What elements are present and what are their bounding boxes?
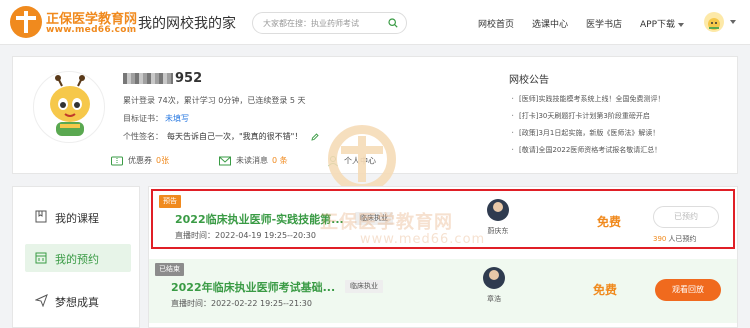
status-badge: 已结束 [155, 263, 184, 276]
sidebar-item-label: 我的课程 [55, 212, 99, 225]
notice-item[interactable]: [医师]实践技能模考系统上线！全国免费测评！ [509, 91, 729, 108]
notice-item[interactable]: [打卡]30天刷题打卡计划第3阶段重磅开启 [509, 108, 729, 125]
course-title[interactable]: 2022年临床执业医师考试基础... [171, 279, 335, 295]
user-name: 952 [123, 71, 202, 86]
page-slogan: 我的网校我的家 [138, 16, 236, 32]
search-placeholder: 大家都在搜：执业药师考试 [263, 19, 359, 28]
notice-item[interactable]: [敬请]全国2022医师资格考试报名敬请汇总！ [509, 142, 729, 159]
target-certificate: 目标证书： 未填写 [123, 113, 189, 124]
nav-app-label: APP下载 [640, 20, 676, 30]
course-title[interactable]: 2022临床执业医师-实践技能第... [175, 211, 344, 227]
login-stats: 累计登录 74次，累计学习 0分钟，已连续登录 5 天 [123, 96, 306, 105]
nav-bookstore[interactable]: 医学书店 [586, 17, 622, 30]
coupon-label: 优惠券 [128, 156, 152, 165]
category-tag: 临床执业 [345, 280, 383, 293]
logo-emblem-icon [10, 6, 42, 38]
reserved-number: 390 [653, 235, 667, 243]
watermark-logo-icon [328, 125, 396, 193]
notice-title: 网校公告 [509, 75, 549, 86]
coupon-icon [111, 156, 123, 165]
reserved-button[interactable]: 已预约 [653, 206, 719, 228]
sidebar-item-dream[interactable]: 梦想成真 [25, 287, 131, 315]
list-item[interactable]: 已结束 2022年临床执业医师考试基础... 临床执业 直播时间：2022-02… [149, 259, 737, 323]
watch-replay-button[interactable]: 观看回放 [655, 279, 721, 301]
price: 免费 [593, 283, 618, 297]
site-logo[interactable]: 正保医学教育网 www.med66.com [10, 6, 137, 38]
target-label: 目标证书： [123, 114, 163, 123]
message-count: 0 条 [272, 156, 288, 165]
notice-list: [医师]实践技能模考系统上线！全国免费测评！ [打卡]30天刷题打卡计划第3阶段… [509, 91, 729, 159]
mail-icon [219, 156, 231, 165]
calendar-icon [35, 252, 47, 264]
user-menu-chevron-icon[interactable] [730, 20, 736, 24]
sidebar-item-my-reservations[interactable]: 我的预约 [25, 244, 131, 272]
user-name-suffix: 952 [175, 71, 203, 86]
message-link[interactable]: 未读消息 0 条 [219, 155, 288, 166]
send-icon [35, 294, 48, 307]
bee-avatar-icon [708, 18, 720, 30]
reserved-suffix: 人已预约 [668, 235, 697, 243]
bookmark-icon [35, 210, 47, 223]
profile-avatar[interactable] [33, 71, 105, 143]
live-time: 直播时间：2022-02-22 19:25--21:30 [171, 299, 312, 308]
sidebar-item-my-courses[interactable]: 我的课程 [25, 203, 131, 231]
coupon-count: 0张 [156, 156, 170, 165]
teacher-name: 章浩 [487, 295, 501, 303]
profile-card: 952 累计登录 74次，累计学习 0分钟，已连续登录 5 天 目标证书： 未填写… [12, 56, 738, 193]
notice-item[interactable]: [政策]3月1日起实施，新版《医师法》解读！ [509, 125, 729, 142]
status-badge: 预告 [159, 195, 181, 208]
watermark-url: www.med66.com [360, 232, 486, 247]
chevron-down-icon [678, 22, 685, 27]
signature-text: 每天告诉自己一次，"我真的很不错"！ [167, 132, 303, 141]
logo-divider [129, 11, 130, 33]
bee-avatar-icon [50, 75, 90, 136]
message-label: 未读消息 [236, 156, 268, 165]
teacher-avatar [483, 267, 505, 289]
price: 免费 [597, 215, 622, 229]
coupon-link[interactable]: 优惠券 0张 [111, 155, 169, 166]
nav-course-center[interactable]: 选课中心 [532, 17, 568, 30]
signature-label: 个性签名： [123, 132, 163, 141]
masked-name [123, 73, 173, 84]
live-time: 直播时间：2022-04-19 19:25--20:30 [175, 231, 316, 240]
nav-app-download[interactable]: APP下载 [640, 17, 685, 30]
teacher: 蔚庆东 [478, 199, 518, 236]
teacher-avatar [487, 199, 509, 221]
watermark-text: 正保医学教育网 [320, 212, 453, 233]
top-header: 正保医学教育网 www.med66.com 我的网校我的家 大家都在搜：执业药师… [0, 0, 750, 45]
nav-home[interactable]: 网校首页 [478, 17, 514, 30]
user-avatar[interactable] [704, 12, 724, 32]
sidebar-item-label: 我的预约 [55, 253, 99, 266]
signature: 个性签名： 每天告诉自己一次，"我真的很不错"！ [123, 131, 319, 142]
reserved-count: 390 人已预约 [653, 234, 696, 244]
teacher: 章浩 [474, 267, 514, 304]
sidebar: 我的课程 我的预约 梦想成真 [12, 186, 140, 328]
sidebar-item-label: 梦想成真 [55, 296, 99, 309]
search-input[interactable]: 大家都在搜：执业药师考试 [252, 12, 407, 34]
search-icon[interactable] [388, 18, 398, 28]
edit-icon[interactable] [311, 132, 319, 141]
target-value-link[interactable]: 未填写 [165, 114, 189, 123]
logo-url: www.med66.com [46, 25, 137, 35]
